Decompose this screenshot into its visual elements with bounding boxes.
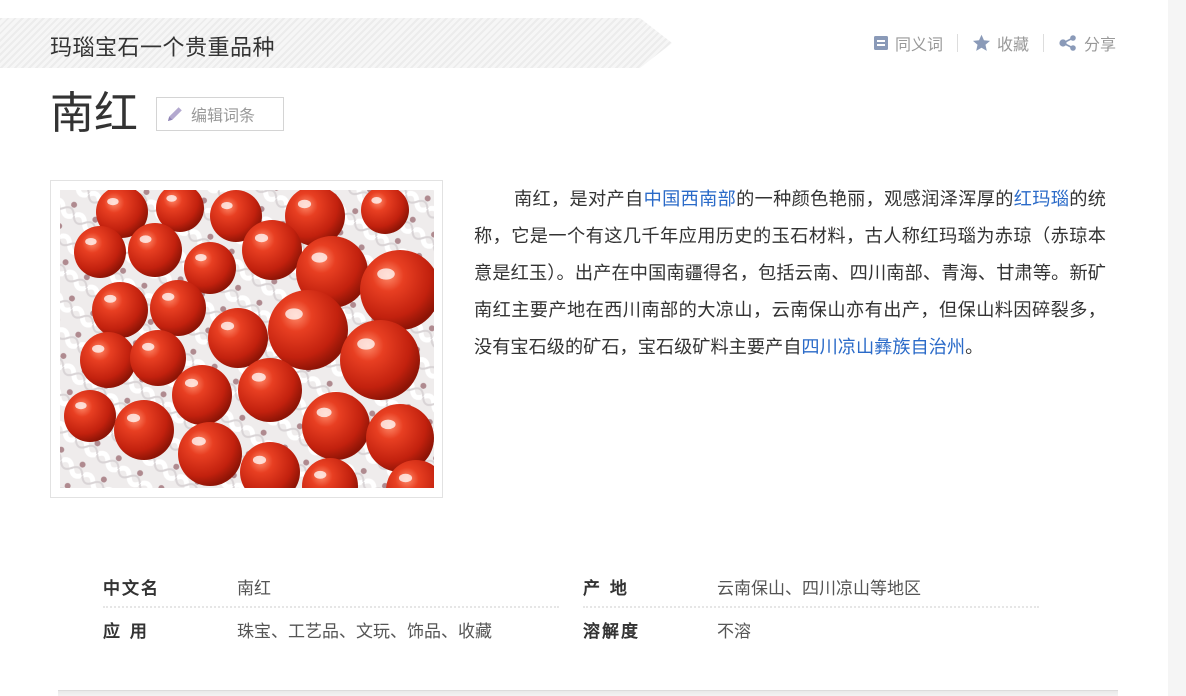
agate-bead	[150, 280, 206, 336]
bead-highlight	[184, 378, 199, 388]
bead-highlight	[311, 252, 328, 263]
lemma-summary: 南红，是对产自中国西南部的一种颜色艳丽，观感润泽浑厚的红玛瑙的统称，它是一个有这…	[474, 181, 1106, 366]
bead-highlight	[252, 455, 267, 465]
summary-text-1: 南红，是对产自	[514, 189, 644, 210]
synonym-icon	[873, 36, 888, 50]
bead-highlight	[297, 199, 312, 209]
edit-entry-button[interactable]: 编辑词条	[156, 97, 284, 131]
share-label: 分享	[1083, 35, 1116, 54]
info-item: 溶解度 不溶	[583, 608, 1039, 650]
red-agate-beads-photo[interactable]	[60, 190, 434, 488]
info-name: 产 地	[583, 578, 629, 599]
agate-bead	[92, 282, 148, 338]
bead-highlight	[191, 436, 206, 446]
info-row: 应 用 珠宝、工艺品、文玩、饰品、收藏 溶解度 不溶	[103, 608, 1039, 650]
agate-bead	[64, 390, 116, 442]
share-icon	[1059, 35, 1076, 51]
favorite-button[interactable]: 收藏	[958, 31, 1043, 55]
bead-highlight	[139, 235, 152, 243]
agate-bead	[238, 358, 302, 422]
info-value: 不溶	[717, 621, 751, 642]
summary-text-3: 的统称，它是一个有这几千年应用历史的玉石材料，古人称红玛瑙为赤琼（赤琼本意是红玉…	[474, 189, 1106, 358]
info-name: 溶解度	[583, 621, 640, 642]
lemma-page: 玛瑙宝石一个贵重品种 同义词 收藏 分享 南红 编辑词条 南红，是对产自中国西南…	[0, 0, 1168, 696]
edit-entry-label: 编辑词条	[191, 106, 256, 125]
bead-highlight	[251, 372, 266, 382]
info-value: 云南保山、四川凉山等地区	[717, 578, 921, 599]
bead-highlight	[107, 197, 119, 206]
bead-highlight	[166, 195, 177, 202]
agate-bead	[268, 290, 348, 370]
star-icon	[972, 34, 990, 51]
bead-highlight	[195, 253, 207, 262]
bead-highlight	[254, 233, 269, 243]
summary-image-frame[interactable]	[50, 180, 443, 498]
agate-bead	[172, 365, 232, 425]
agate-bead	[74, 226, 126, 278]
bead-highlight	[377, 268, 395, 280]
lemma-tools: 同义词 收藏 分享	[859, 30, 1116, 56]
basic-info-box: 中文名 南红 产 地 云南保山、四川凉山等地区 应 用 珠宝、工艺品、文玩、饰品…	[103, 566, 1039, 650]
agate-bead	[208, 308, 268, 368]
bead-highlight	[221, 201, 233, 210]
banner-title: 玛瑙宝石一个贵重品种	[50, 36, 276, 61]
favorite-label: 收藏	[996, 35, 1029, 54]
bead-highlight	[398, 473, 413, 483]
bead-highlight	[357, 338, 375, 350]
agate-bead	[128, 223, 182, 277]
agate-bead	[178, 422, 242, 486]
summary-text-4: 。	[965, 337, 984, 358]
bead-highlight	[142, 342, 155, 351]
info-row: 中文名 南红 产 地 云南保山、四川凉山等地区	[103, 566, 1039, 608]
info-value: 珠宝、工艺品、文玩、饰品、收藏	[237, 621, 492, 642]
link-southwest-china[interactable]: 中国西南部	[644, 189, 737, 210]
bead-highlight	[162, 292, 175, 301]
bead-highlight	[316, 407, 332, 418]
info-item: 应 用 珠宝、工艺品、文玩、饰品、收藏	[103, 608, 559, 650]
info-value: 南红	[237, 578, 271, 599]
bead-highlight	[220, 321, 235, 331]
bead-highlight	[380, 419, 396, 430]
agate-bead	[242, 220, 302, 280]
page-title: 南红	[50, 88, 138, 139]
bead-highlight	[75, 401, 87, 410]
synonym-label: 同义词	[894, 35, 943, 54]
share-button[interactable]: 分享	[1044, 31, 1116, 55]
summary-text-2: 的一种颜色艳丽，观感润泽浑厚的	[736, 189, 1014, 210]
link-liangshan-prefecture[interactable]: 四川凉山彝族自治州	[801, 337, 965, 358]
synonym-button[interactable]: 同义词	[859, 31, 957, 55]
bead-highlight	[104, 294, 117, 303]
pencil-icon	[168, 107, 182, 121]
info-item: 产 地 云南保山、四川凉山等地区	[583, 566, 1039, 608]
info-name: 应 用	[103, 621, 149, 642]
bead-highlight	[126, 413, 141, 423]
agate-bead	[302, 392, 370, 460]
agate-bead	[80, 332, 136, 388]
bead-highlight	[371, 197, 382, 204]
agate-bead	[114, 400, 174, 460]
agate-bead	[340, 320, 420, 400]
bead-highlight	[314, 470, 327, 479]
bead-highlight	[85, 237, 97, 246]
bead-highlight	[92, 344, 105, 353]
bead-highlight	[285, 308, 303, 320]
info-name: 中文名	[103, 578, 160, 599]
section-divider	[58, 690, 1118, 696]
link-red-agate[interactable]: 红玛瑙	[1014, 189, 1070, 210]
info-item: 中文名 南红	[103, 566, 559, 608]
